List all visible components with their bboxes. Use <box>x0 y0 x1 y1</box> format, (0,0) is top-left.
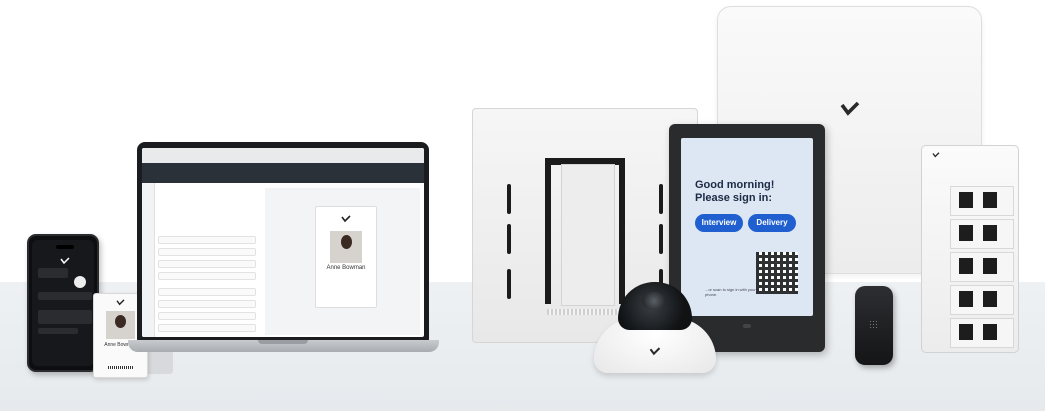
product-lineup-photo: Anne Bowman Anne Bowman Good morning! Pl… <box>0 0 1045 411</box>
badge-photo <box>330 231 362 263</box>
browser-toolbar <box>142 148 424 164</box>
controller-module <box>950 318 1014 348</box>
app-sidebar <box>142 183 155 337</box>
module-port <box>959 192 973 208</box>
brand-logo-icon <box>839 101 861 117</box>
field-row <box>158 272 256 280</box>
laptop: Anne Bowman <box>137 142 429 341</box>
phone-list-item <box>38 268 68 278</box>
module-port <box>983 225 997 241</box>
interview-button[interactable]: Interview <box>695 214 743 232</box>
panel-slot <box>507 184 511 214</box>
badge-barcode <box>108 366 133 369</box>
controller-module <box>950 219 1014 249</box>
sensor-grille <box>869 320 879 328</box>
scan-hint: ...or scan to sign in with your phone. <box>705 287 756 297</box>
controller-module <box>950 186 1014 216</box>
phone-notch <box>56 245 74 249</box>
panel-slot <box>659 224 663 254</box>
laptop-screen: Anne Bowman <box>142 148 424 337</box>
panel-vent <box>547 309 627 315</box>
field-row <box>158 312 256 320</box>
module-port <box>959 258 973 274</box>
kiosk-greeting: Good morning! Please sign in: <box>695 179 815 205</box>
visitor-kiosk-tablet: Good morning! Please sign in: Interview … <box>669 124 825 352</box>
camera-lens <box>642 292 666 310</box>
field-row <box>158 236 256 244</box>
field-row <box>158 324 256 332</box>
modular-door-controller <box>921 145 1019 353</box>
tablet-button <box>743 324 751 328</box>
module-port <box>983 192 997 208</box>
module-port <box>959 225 973 241</box>
phone-list-item <box>38 310 92 324</box>
brand-logo-icon <box>116 299 125 306</box>
field-row <box>158 260 256 268</box>
module-port <box>959 324 973 340</box>
phone-screen <box>32 240 94 366</box>
module-port <box>983 291 997 307</box>
badge-preview-name: Anne Bowman <box>326 265 366 271</box>
app-header <box>142 163 424 183</box>
panel-board <box>561 164 615 306</box>
template-fields-panel <box>156 188 264 335</box>
delivery-button[interactable]: Delivery <box>748 214 796 232</box>
controller-module <box>950 252 1014 282</box>
kiosk-greeting-line2: Please sign in: <box>695 192 773 204</box>
phone-list-item <box>38 328 78 334</box>
field-row <box>158 300 256 308</box>
panel-slot <box>507 269 511 299</box>
controller-module <box>950 285 1014 315</box>
field-row <box>158 288 256 296</box>
panel-slot <box>507 224 511 254</box>
avatar <box>74 276 86 288</box>
field-row <box>158 248 256 256</box>
brand-logo-icon <box>932 152 940 158</box>
brand-logo-icon <box>649 347 661 356</box>
badge-preview-canvas: Anne Bowman <box>265 188 420 335</box>
laptop-base <box>128 340 439 352</box>
brand-logo-icon <box>341 215 351 223</box>
environmental-sensor <box>855 286 893 365</box>
panel-rail <box>619 159 625 304</box>
kiosk-greeting-line1: Good morning! <box>695 179 775 191</box>
phone-list-item <box>38 292 92 300</box>
module-port <box>983 324 997 340</box>
panel-slot <box>659 184 663 214</box>
module-port <box>983 258 997 274</box>
panel-rail <box>545 159 551 304</box>
badge-preview: Anne Bowman <box>315 206 377 308</box>
module-port <box>959 291 973 307</box>
brand-logo-icon <box>60 252 70 265</box>
smartphone <box>27 234 99 372</box>
badge-photo <box>106 311 135 339</box>
